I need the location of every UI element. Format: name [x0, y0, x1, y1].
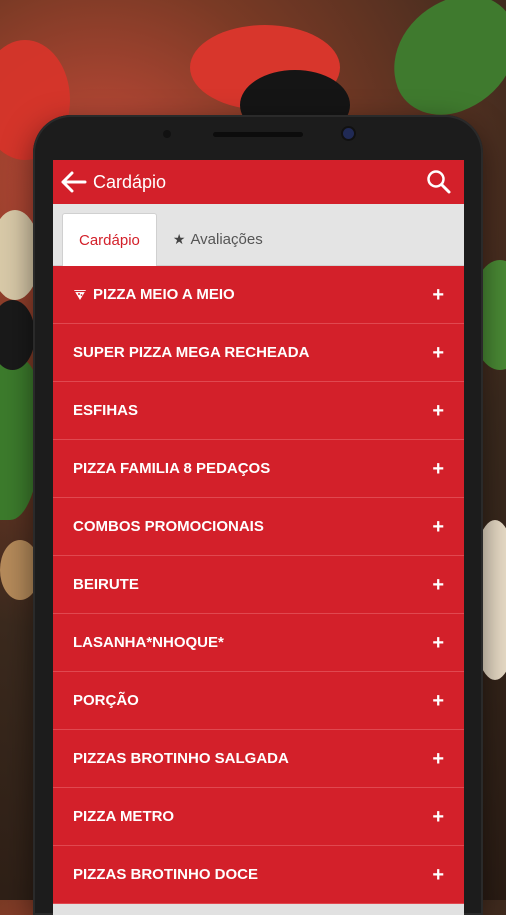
arrow-left-icon[interactable]: [59, 168, 89, 196]
category-label: PIZZA METRO: [73, 808, 175, 825]
category-label: SUPER PIZZA MEGA RECHEADA: [73, 344, 310, 361]
star-icon: ★: [172, 230, 186, 247]
expand-plus-icon[interactable]: +: [432, 575, 444, 595]
menu-category-row[interactable]: PIZZA METRO +: [53, 788, 464, 846]
menu-category-row[interactable]: COMBOS PROMOCIONAIS +: [53, 498, 464, 556]
menu-category-row[interactable]: PIZZA MEIO A MEIO +: [53, 266, 464, 324]
category-label: BEIRUTE: [73, 576, 139, 593]
category-label: PIZZA FAMILIA 8 PEDAÇOS: [73, 460, 271, 477]
proximity-sensor: [163, 130, 171, 138]
category-label: PORÇÃO: [73, 692, 139, 709]
expand-plus-icon[interactable]: +: [432, 459, 444, 479]
category-label: LASANHA*NHOQUE*: [73, 634, 224, 651]
background-basil: [375, 0, 506, 129]
tab-label: Avaliações: [190, 230, 263, 248]
tab-bar: Cardápio ★ Avaliações: [53, 204, 464, 266]
expand-plus-icon[interactable]: +: [432, 517, 444, 537]
category-label: COMBOS PROMOCIONAIS: [73, 518, 264, 535]
expand-plus-icon[interactable]: +: [432, 749, 444, 769]
search-icon[interactable]: [424, 167, 454, 197]
category-label: PIZZAS BROTINHO SALGADA: [73, 750, 289, 767]
earpiece-speaker: [213, 132, 303, 137]
menu-category-row[interactable]: PIZZAS BROTINHO SALGADA +: [53, 730, 464, 788]
menu-category-row[interactable]: ESFIHAS +: [53, 382, 464, 440]
page-title: Cardápio: [93, 171, 167, 192]
tab-label: Cardápio: [79, 231, 140, 249]
app-screen: Cardápio Cardápio ★ Avaliações PIZZA MEI…: [53, 160, 464, 915]
menu-category-row[interactable]: PIZZAS BROTINHO DOCE +: [53, 846, 464, 904]
expand-plus-icon[interactable]: +: [432, 633, 444, 653]
expand-plus-icon[interactable]: +: [432, 401, 444, 421]
expand-plus-icon[interactable]: +: [432, 343, 444, 363]
phone-frame: Cardápio Cardápio ★ Avaliações PIZZA MEI…: [33, 115, 483, 915]
menu-category-row[interactable]: LASANHA*NHOQUE* +: [53, 614, 464, 672]
category-label: ESFIHAS: [73, 402, 139, 419]
expand-plus-icon[interactable]: +: [432, 807, 444, 827]
expand-plus-icon[interactable]: +: [432, 865, 444, 885]
menu-category-list: PIZZA MEIO A MEIO + SUPER PIZZA MEGA REC…: [53, 266, 464, 904]
menu-category-row[interactable]: PORÇÃO +: [53, 672, 464, 730]
category-label: PIZZA MEIO A MEIO: [93, 286, 235, 303]
menu-category-row[interactable]: PIZZA FAMILIA 8 PEDAÇOS +: [53, 440, 464, 498]
expand-plus-icon[interactable]: +: [432, 691, 444, 711]
menu-category-row[interactable]: SUPER PIZZA MEGA RECHEADA +: [53, 324, 464, 382]
background-olive: [0, 300, 35, 370]
expand-plus-icon[interactable]: +: [432, 285, 444, 305]
tab-cardapio[interactable]: Cardápio: [62, 213, 157, 266]
pizza-slice-icon: [73, 289, 87, 301]
menu-category-row[interactable]: BEIRUTE +: [53, 556, 464, 614]
app-bar: Cardápio: [53, 160, 464, 204]
front-camera: [343, 128, 354, 139]
category-label: PIZZAS BROTINHO DOCE: [73, 866, 259, 883]
tab-avaliacoes[interactable]: ★ Avaliações: [157, 213, 279, 265]
